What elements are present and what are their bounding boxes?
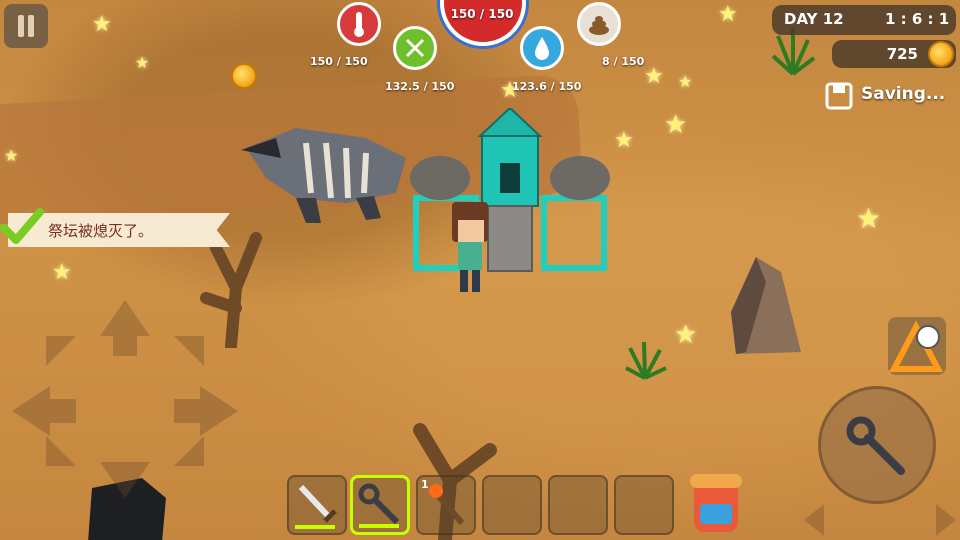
coin-value: 725: [886, 45, 918, 63]
quest-text: 祭坛被熄灭了。: [48, 222, 154, 240]
temperature-stat: [337, 2, 381, 46]
thirst-stat: [520, 26, 564, 70]
backpack-icon[interactable]: [686, 470, 746, 536]
grass-tuft: [625, 341, 667, 380]
dpad-up: [100, 300, 150, 336]
hotbar-slot-sword[interactable]: [287, 475, 347, 535]
coin-counter: 725: [832, 40, 956, 68]
star-sparkle: ★: [678, 72, 693, 91]
star-sparkle: ★: [4, 146, 19, 165]
health-value: 150 / 150: [450, 7, 514, 21]
hunger-stat: [393, 26, 437, 70]
star-sparkle: ★: [664, 110, 688, 140]
wrench-icon: [358, 483, 400, 528]
action-button[interactable]: [818, 386, 936, 504]
thermometer-icon: [354, 12, 364, 37]
star-sparkle: ★: [614, 128, 634, 153]
time-label: 1 : 6 : 1: [885, 10, 950, 28]
poop-icon: [589, 16, 609, 35]
hotbar-slot-empty[interactable]: [482, 475, 542, 535]
map-button[interactable]: [888, 317, 946, 375]
day-label: DAY 12: [784, 10, 844, 28]
waste-stat: [577, 2, 621, 46]
star-sparkle: ★: [52, 260, 72, 285]
player-character[interactable]: [440, 200, 500, 300]
hotbar-slot-empty[interactable]: [548, 475, 608, 535]
pause-button[interactable]: [4, 4, 48, 48]
water-drop-icon: [535, 37, 549, 60]
waste-value: 8 / 150: [602, 55, 645, 68]
hotbar-slot-wrench[interactable]: [350, 475, 410, 535]
wrench-icon: [846, 416, 905, 475]
hunger-value: 132.5 / 150: [385, 80, 455, 93]
hotbar-slot-empty[interactable]: [614, 475, 674, 535]
rock-boulder[interactable]: [726, 252, 806, 362]
compass-map-icon: [889, 320, 943, 372]
coin-icon: [928, 41, 954, 67]
star-sparkle: ★: [674, 320, 698, 350]
save-icon: [825, 82, 853, 110]
checkmark-icon: [0, 208, 44, 244]
anteater-creature[interactable]: [236, 98, 436, 228]
day-time-panel: DAY 12 1 : 6 : 1: [772, 5, 956, 35]
star-sparkle: ★: [92, 12, 112, 37]
hotbar-slot-torch[interactable]: 1: [416, 475, 476, 535]
saving-text: Saving...: [861, 84, 946, 104]
dpad-left: [12, 386, 50, 436]
sword-icon: [295, 484, 337, 529]
fork-knife-icon: [405, 38, 425, 58]
star-sparkle: ★: [856, 202, 882, 235]
star-sparkle: ★: [644, 64, 664, 89]
temperature-value: 150 / 150: [310, 55, 368, 68]
dpad-right: [200, 386, 238, 436]
camera-arrows[interactable]: [800, 500, 960, 540]
star-sparkle: ★: [135, 53, 150, 72]
coin-pickup[interactable]: [231, 63, 257, 89]
dpad-down: [100, 462, 150, 498]
torch-count: 1: [421, 478, 429, 491]
star-sparkle: ★: [718, 2, 738, 27]
thirst-value: 123.6 / 150: [512, 80, 582, 93]
dpad-arrows[interactable]: [10, 296, 240, 502]
